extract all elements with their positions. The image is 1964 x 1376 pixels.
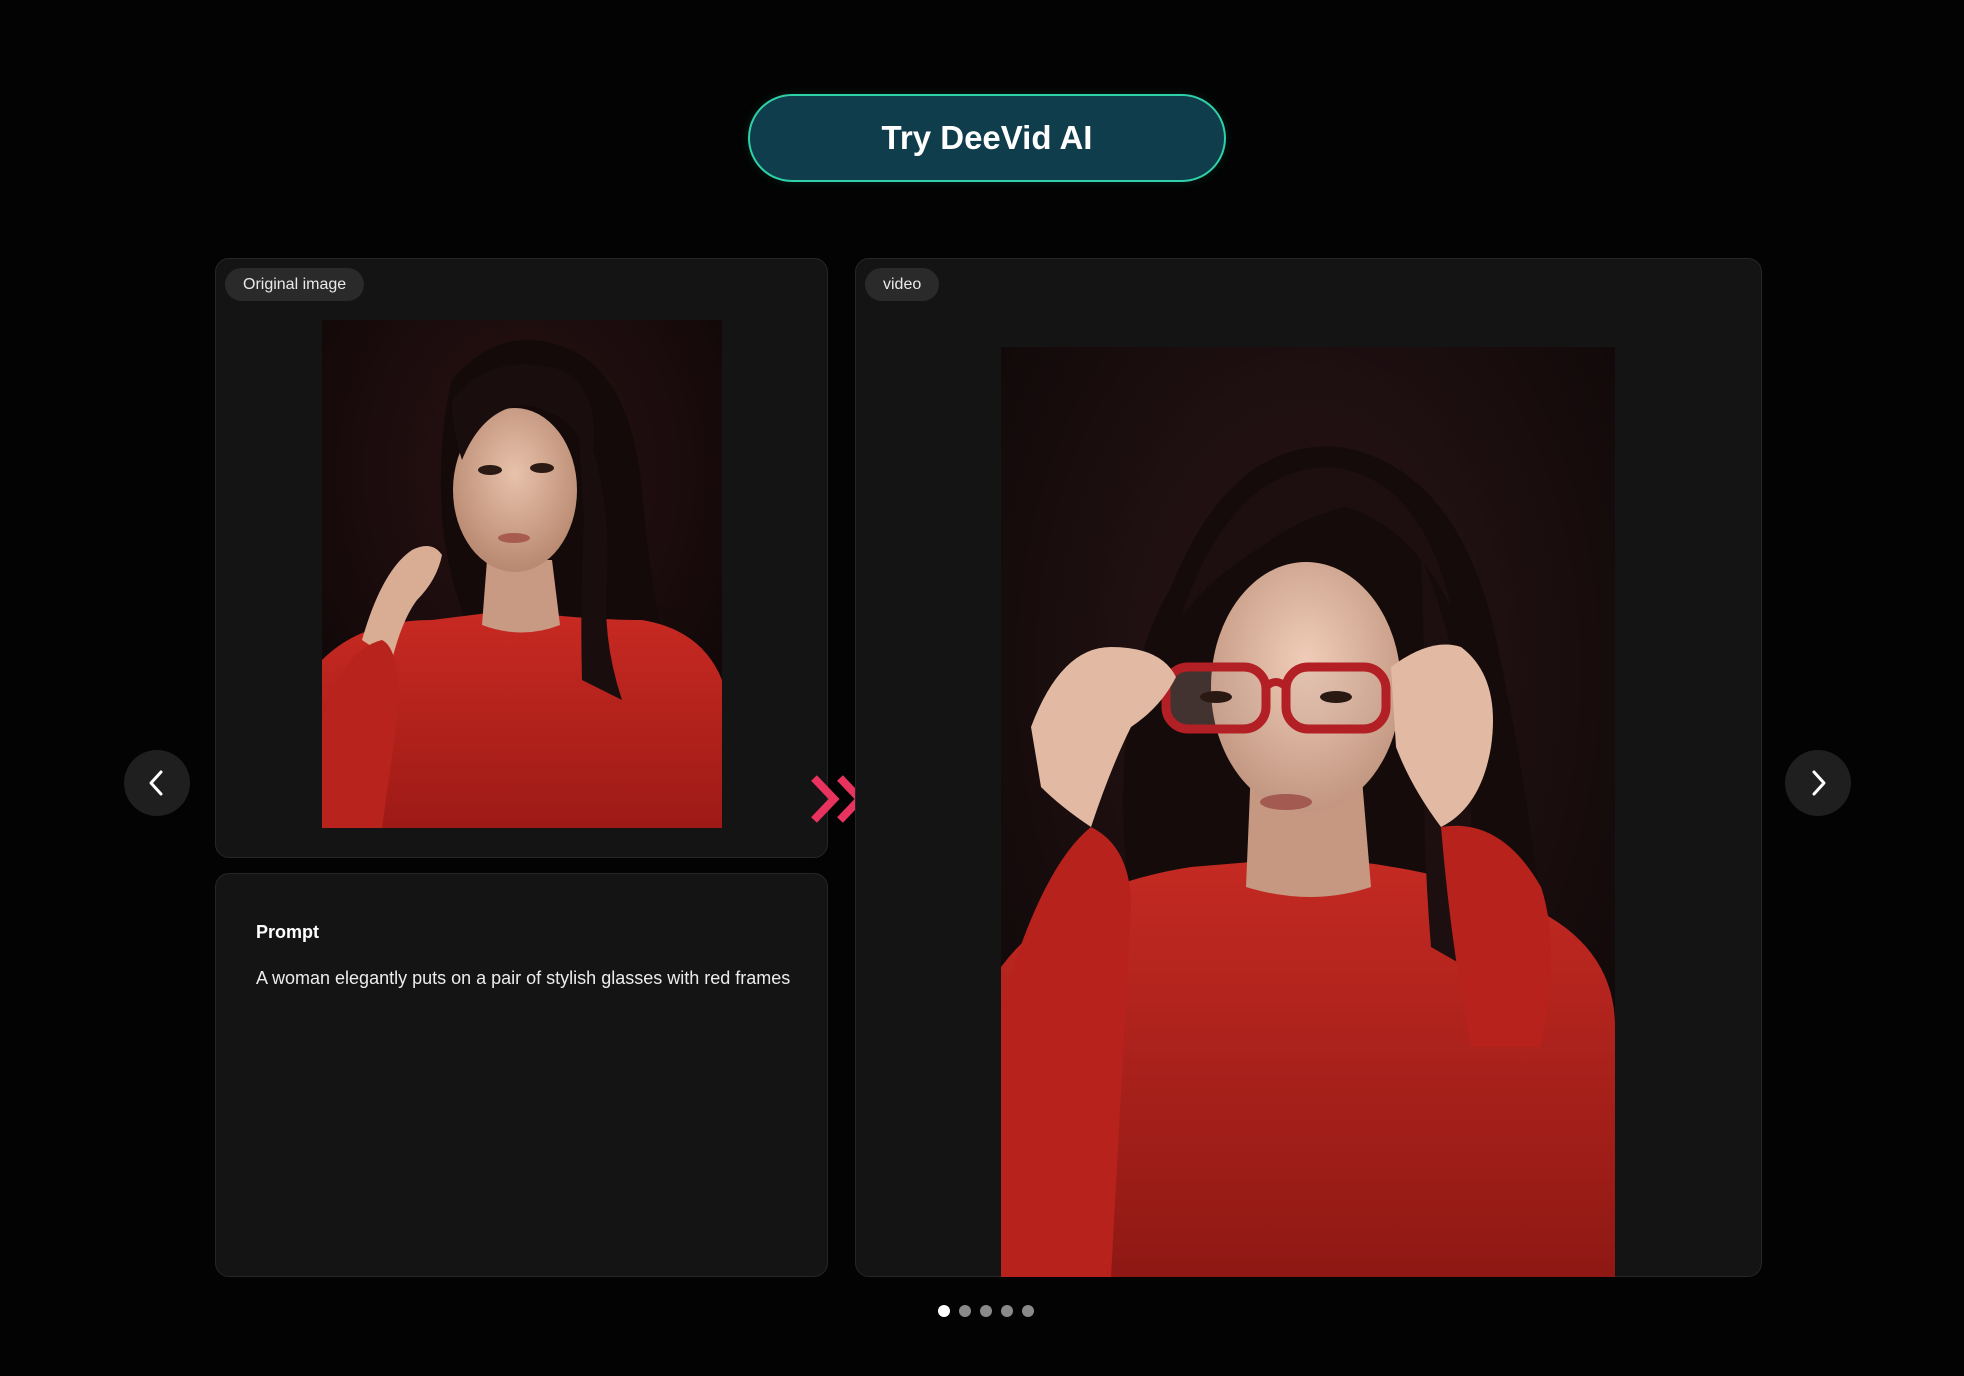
original-image-panel: Original image [215, 258, 828, 858]
prompt-text: A woman elegantly puts on a pair of styl… [256, 968, 791, 988]
try-deevid-button-label: Try DeeVid AI [881, 119, 1093, 156]
carousel-next-button[interactable] [1785, 750, 1851, 816]
original-photo [322, 320, 722, 828]
carousel-dot-5[interactable] [1022, 1305, 1034, 1317]
prompt-panel: Prompt A woman elegantly puts on a pair … [215, 873, 828, 1277]
carousel-pagination [938, 1305, 1034, 1317]
prompt-title: Prompt [256, 922, 319, 942]
carousel-dot-2[interactable] [959, 1305, 971, 1317]
page: Try DeeVid AI Original image Prompt A wo… [0, 0, 1964, 1376]
video-tag: video [865, 268, 940, 301]
carousel-dot-1[interactable] [938, 1305, 950, 1317]
chevron-right-icon [1812, 770, 1826, 796]
original-image-tag: Original image [225, 268, 365, 301]
video-panel: video [855, 258, 1762, 1277]
try-deevid-button[interactable]: Try DeeVid AI [748, 94, 1226, 182]
chevron-left-icon [149, 770, 163, 796]
video-tag-label: video [883, 275, 922, 293]
carousel-dot-3[interactable] [980, 1305, 992, 1317]
portrait-photo-icon [322, 320, 722, 828]
carousel-prev-button[interactable] [124, 750, 190, 816]
carousel-dot-4[interactable] [1001, 1305, 1013, 1317]
original-image-tag-label: Original image [243, 275, 347, 293]
portrait-video-frame-icon [1001, 347, 1615, 1277]
video-frame[interactable] [1001, 347, 1615, 1277]
